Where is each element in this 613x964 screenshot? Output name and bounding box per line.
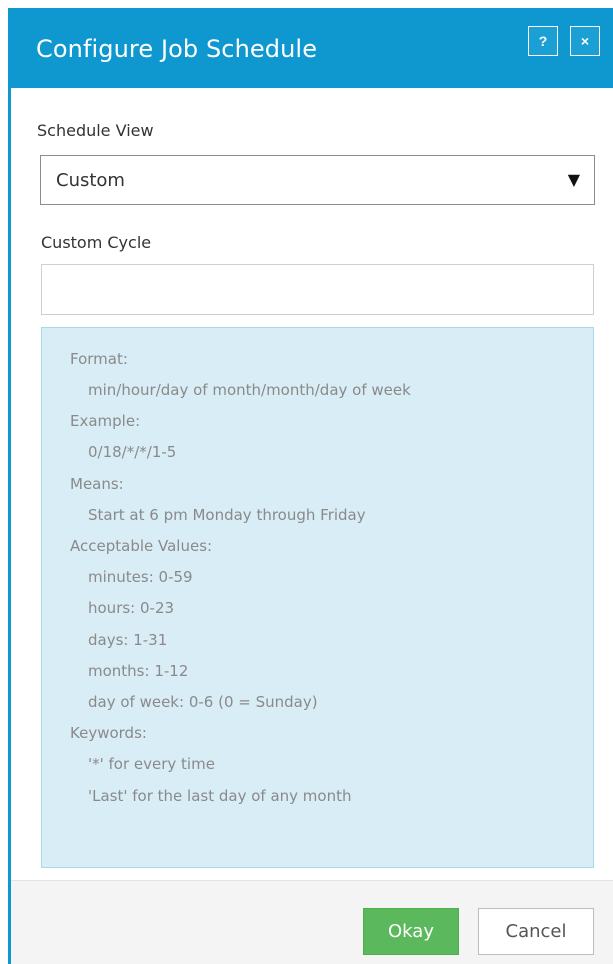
keyword-last: 'Last' for the last day of any month (88, 787, 352, 805)
format-heading: Format: (70, 350, 128, 368)
schedule-view-selected-value: Custom (56, 170, 125, 191)
acceptable-value-minutes: minutes: 0-59 (88, 568, 193, 586)
close-button[interactable]: × (570, 26, 600, 56)
dialog-title-bar: Configure Job Schedule ? × (8, 8, 613, 88)
acceptable-value-days: days: 1-31 (88, 631, 168, 649)
acceptable-value-day-of-week: day of week: 0-6 (0 = Sunday) (88, 693, 318, 711)
custom-cycle-label: Custom Cycle (41, 233, 152, 252)
dialog-title: Configure Job Schedule (36, 35, 318, 63)
means-heading: Means: (70, 475, 124, 493)
means-value: Start at 6 pm Monday through Friday (88, 506, 366, 524)
schedule-view-label: Schedule View (37, 121, 154, 140)
okay-button[interactable]: Okay (363, 908, 459, 955)
example-value: 0/18/*/*/1-5 (88, 443, 177, 461)
custom-cycle-input[interactable] (41, 264, 594, 315)
keyword-every-time: '*' for every time (88, 755, 215, 773)
keywords-heading: Keywords: (70, 724, 147, 742)
help-button[interactable]: ? (528, 26, 558, 56)
cancel-button[interactable]: Cancel (478, 908, 594, 955)
configure-job-schedule-dialog: Configure Job Schedule ? × Schedule View… (8, 8, 613, 964)
close-icon: × (580, 33, 590, 49)
schedule-view-select[interactable]: Custom ▼ (40, 155, 595, 205)
acceptable-value-hours: hours: 0-23 (88, 599, 175, 617)
acceptable-values-heading: Acceptable Values: (70, 537, 213, 555)
dialog-body: Schedule View Custom ▼ Custom Cycle Form… (11, 88, 613, 964)
chevron-down-icon: ▼ (567, 170, 580, 189)
acceptable-value-months: months: 1-12 (88, 662, 189, 680)
example-heading: Example: (70, 412, 141, 430)
format-help-panel: Format: min/hour/day of month/month/day … (41, 327, 594, 868)
help-icon: ? (538, 33, 548, 49)
dialog-footer: Okay Cancel (11, 880, 613, 964)
format-value: min/hour/day of month/month/day of week (88, 381, 411, 399)
